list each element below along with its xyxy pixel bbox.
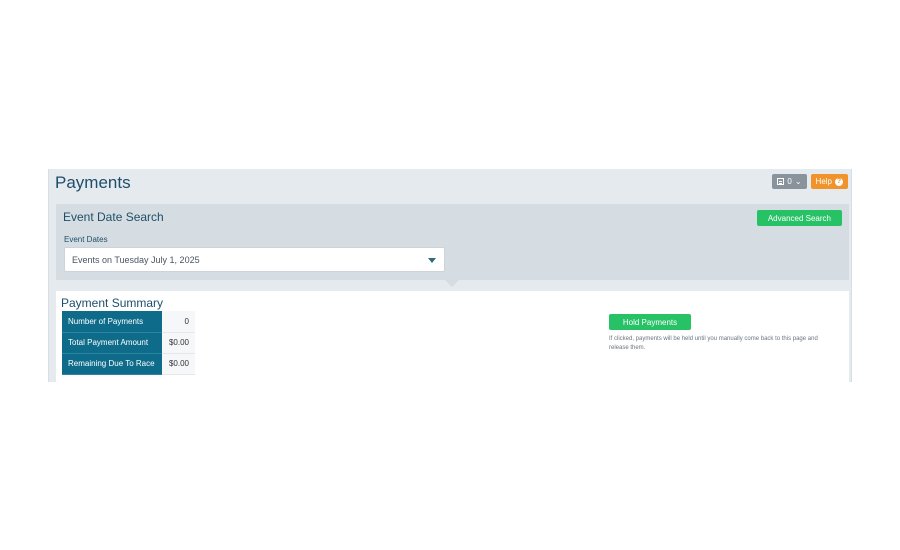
search-title: Event Date Search	[63, 210, 164, 224]
list-icon	[777, 178, 785, 185]
row-label: Remaining Due To Race	[62, 353, 162, 375]
table-row: Number of Payments 0	[62, 311, 195, 333]
counter-value: 0	[787, 177, 792, 186]
event-dates-value: Events on Tuesday July 1, 2025	[72, 254, 200, 265]
payment-summary-panel: Payment Summary Number of Payments 0 Tot…	[56, 291, 849, 382]
chevron-down-icon: ⌄	[794, 177, 802, 186]
payments-page: Payments 0 ⌄ Help ? Event Date Search Ad…	[48, 169, 852, 382]
row-value: $0.00	[162, 353, 195, 375]
row-label: Number of Payments	[62, 311, 162, 333]
row-label: Total Payment Amount	[62, 332, 162, 354]
summary-title: Payment Summary	[61, 296, 164, 310]
hold-payments-note: If clicked, payments will be held until …	[609, 336, 818, 351]
page-title: Payments	[55, 173, 131, 192]
top-actions: 0 ⌄ Help ?	[772, 174, 848, 189]
advanced-search-button[interactable]: Advanced Search	[756, 210, 842, 226]
event-dates-label: Event Dates	[64, 235, 108, 244]
event-dates-select[interactable]: Events on Tuesday July 1, 2025	[64, 247, 445, 272]
row-value: $0.00	[162, 332, 195, 354]
summary-table: Number of Payments 0 Total Payment Amoun…	[62, 311, 195, 375]
counter-dropdown-button[interactable]: 0 ⌄	[772, 174, 807, 189]
row-value: 0	[162, 311, 195, 333]
caret-down-icon	[428, 258, 436, 263]
event-date-search-panel: Event Date Search Advanced Search Event …	[56, 204, 849, 280]
hold-payments-button[interactable]: Hold Payments	[609, 314, 691, 330]
table-row: Remaining Due To Race $0.00	[62, 353, 195, 375]
table-row: Total Payment Amount $0.00	[62, 332, 195, 354]
help-button[interactable]: Help ?	[810, 174, 848, 189]
question-circle-icon: ?	[835, 177, 843, 186]
panel-pointer	[445, 280, 459, 287]
help-label: Help	[815, 177, 832, 186]
